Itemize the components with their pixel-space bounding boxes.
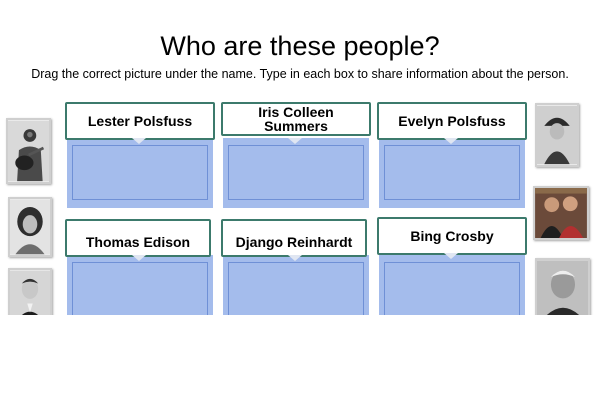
photo-image xyxy=(537,105,577,165)
man-with-guitar-photo-icon[interactable] xyxy=(6,118,51,184)
drop-zone[interactable] xyxy=(379,255,525,315)
photo-image xyxy=(10,199,50,255)
photo-image xyxy=(535,188,587,238)
man-portrait-photo-icon[interactable] xyxy=(8,268,52,315)
down-arrow-icon xyxy=(444,253,458,259)
down-arrow-icon xyxy=(132,138,146,144)
name-label[interactable]: Bing Crosby xyxy=(377,217,527,255)
photo-image xyxy=(537,260,588,315)
name-label[interactable]: Iris Colleen Summers xyxy=(221,102,371,136)
drop-zone[interactable] xyxy=(223,138,369,208)
two-men-color-photo-icon[interactable] xyxy=(533,186,589,240)
activity-board: Lester Polsfuss Iris Colleen Summers Eve… xyxy=(0,0,600,315)
photo-image xyxy=(10,270,50,315)
down-arrow-icon xyxy=(288,138,302,144)
info-text-box[interactable] xyxy=(228,262,364,315)
name-label[interactable]: Thomas Edison xyxy=(65,219,211,257)
name-label[interactable]: Django Reinhardt xyxy=(221,219,367,257)
drop-zone[interactable] xyxy=(379,138,525,208)
info-text-box[interactable] xyxy=(384,262,520,315)
drop-zone[interactable] xyxy=(67,255,213,315)
woman-portrait-photo-icon[interactable] xyxy=(8,197,52,257)
girl-with-hat-photo-icon[interactable] xyxy=(535,103,579,167)
name-label[interactable]: Lester Polsfuss xyxy=(65,102,215,140)
info-text-box[interactable] xyxy=(228,145,364,200)
info-text-box[interactable] xyxy=(72,145,208,200)
down-arrow-icon xyxy=(132,255,146,261)
elderly-man-photo-icon[interactable] xyxy=(535,258,590,315)
drop-zone[interactable] xyxy=(67,138,213,208)
info-text-box[interactable] xyxy=(72,262,208,315)
down-arrow-icon xyxy=(288,255,302,261)
photo-image xyxy=(8,120,49,182)
info-text-box[interactable] xyxy=(384,145,520,200)
down-arrow-icon xyxy=(444,138,458,144)
drop-zone[interactable] xyxy=(223,255,369,315)
name-label[interactable]: Evelyn Polsfuss xyxy=(377,102,527,140)
